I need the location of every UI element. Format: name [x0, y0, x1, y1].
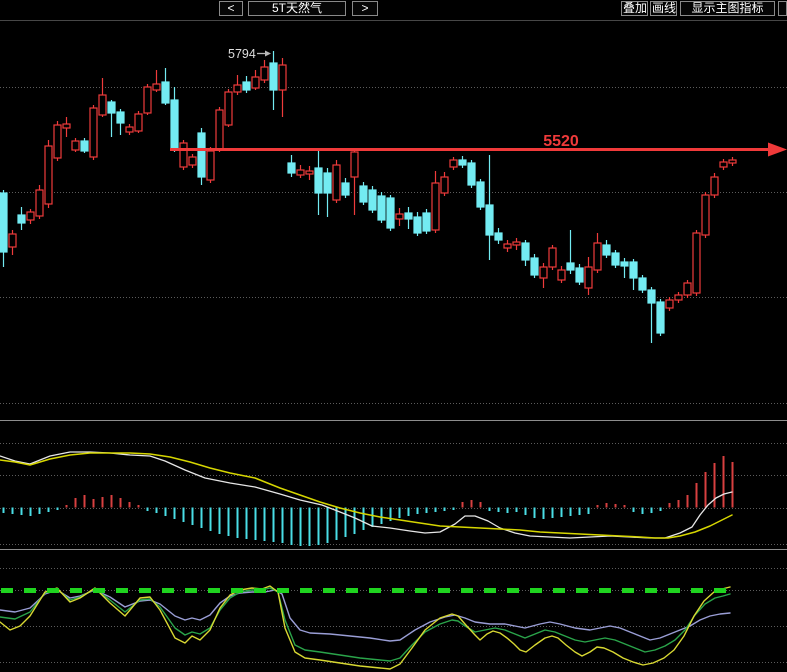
gridlines-layer [0, 87, 787, 663]
macd-lines [0, 451, 733, 539]
symbol-title-button[interactable]: 5T天然气 [248, 1, 346, 16]
chart-canvas[interactable]: 5794 5520 [0, 0, 787, 672]
show-main-indicator-button[interactable]: 显示主图指标 [680, 1, 775, 16]
partial-clipped-button[interactable] [778, 1, 787, 16]
kdj-lines [0, 585, 731, 670]
trendline-5520[interactable]: 5520 [170, 133, 787, 157]
prev-period-button[interactable]: < [219, 1, 243, 16]
svg-text:5520: 5520 [543, 133, 579, 150]
candles-layer [0, 51, 737, 343]
svg-text:5794: 5794 [228, 47, 256, 61]
panel-dividers [0, 420, 787, 550]
toolbar: < 5T天然气 > 叠加 画线 显示主图指标 [0, 0, 787, 21]
app-window: { "toolbar": { "prev_label": "<", "symbo… [0, 0, 787, 672]
next-period-button[interactable]: > [352, 1, 378, 16]
peak-annotation-5794: 5794 [228, 47, 271, 61]
overlay-button[interactable]: 叠加 [621, 1, 648, 16]
macd-histogram [2, 456, 734, 546]
draw-line-button[interactable]: 画线 [650, 1, 677, 16]
